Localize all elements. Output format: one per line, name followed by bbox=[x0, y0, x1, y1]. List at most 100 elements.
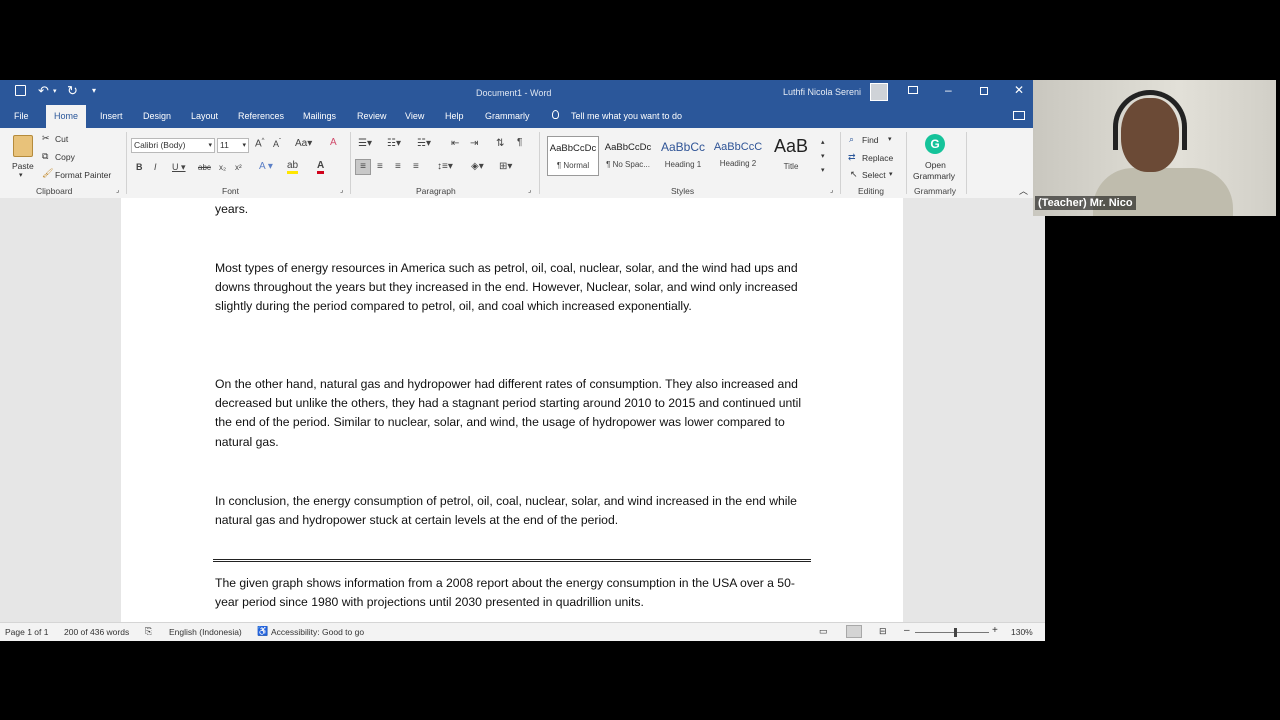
select-button[interactable]: Select bbox=[862, 170, 886, 180]
align-center-icon[interactable]: ≡ bbox=[377, 161, 383, 172]
open-grammarly-button-line2[interactable]: Grammarly bbox=[913, 171, 955, 181]
paragraph-launcher-icon[interactable]: ⌟ bbox=[528, 186, 531, 194]
tab-home[interactable]: Home bbox=[46, 105, 87, 128]
collapse-ribbon-icon[interactable]: ︿ bbox=[1019, 184, 1028, 197]
increase-indent-icon[interactable]: ⇥ bbox=[470, 138, 478, 149]
tab-file[interactable]: File bbox=[14, 105, 29, 128]
zoom-out-icon[interactable]: – bbox=[904, 625, 910, 636]
tab-layout[interactable]: Layout bbox=[191, 105, 218, 128]
restore-icon[interactable] bbox=[980, 87, 988, 95]
styles-more-icon[interactable]: ▾ bbox=[821, 166, 825, 174]
align-right-icon[interactable]: ≡ bbox=[395, 161, 401, 172]
format-painter-icon[interactable]: 🖌 bbox=[42, 168, 53, 179]
paragraph-2[interactable]: On the other hand, natural gas and hydro… bbox=[215, 375, 811, 452]
paragraph-0[interactable]: years. bbox=[215, 200, 811, 219]
language[interactable]: English (Indonesia) bbox=[169, 627, 242, 637]
paste-icon[interactable] bbox=[13, 135, 33, 157]
replace-icon[interactable]: ⇄ bbox=[848, 152, 856, 163]
open-grammarly-button[interactable]: Open bbox=[925, 160, 946, 170]
tab-mailings[interactable]: Mailings bbox=[303, 105, 336, 128]
paste-dropdown-icon[interactable]: ▾ bbox=[19, 171, 23, 179]
borders-icon[interactable]: ⊞▾ bbox=[499, 161, 512, 172]
undo-icon[interactable]: ↶ bbox=[38, 83, 49, 99]
paste-button[interactable]: Paste bbox=[12, 161, 34, 171]
user-name[interactable]: Luthfi Nicola Sereni bbox=[783, 87, 861, 97]
web-layout-icon[interactable]: ⊟ bbox=[879, 626, 887, 637]
cut-icon[interactable]: ✂ bbox=[42, 133, 50, 144]
line-spacing-icon[interactable]: ↕≡▾ bbox=[437, 161, 453, 172]
copy-icon[interactable]: ⧉ bbox=[42, 151, 48, 162]
accessibility-status[interactable]: Accessibility: Good to go bbox=[271, 627, 364, 637]
highlight-icon[interactable]: ab bbox=[287, 161, 299, 174]
avatar[interactable] bbox=[870, 83, 888, 101]
numbering-icon[interactable]: ☷▾ bbox=[387, 138, 401, 149]
font-launcher-icon[interactable]: ⌟ bbox=[340, 186, 343, 194]
find-button[interactable]: Find bbox=[862, 135, 879, 145]
customize-qat-icon[interactable]: ▾ bbox=[92, 86, 96, 95]
zoom-level[interactable]: 130% bbox=[1011, 627, 1033, 637]
zoom-in-icon[interactable]: + bbox=[992, 625, 998, 636]
print-layout-icon[interactable] bbox=[846, 625, 862, 638]
comments-icon[interactable] bbox=[1013, 111, 1025, 120]
styles-launcher-icon[interactable]: ⌟ bbox=[830, 186, 833, 194]
tab-help[interactable]: Help bbox=[445, 105, 464, 128]
save-icon[interactable] bbox=[15, 85, 26, 96]
tell-me-search[interactable]: Tell me what you want to do bbox=[571, 105, 682, 128]
show-formatting-icon[interactable]: ¶ bbox=[517, 137, 522, 148]
strikethrough-icon[interactable]: abc bbox=[198, 163, 211, 172]
tab-design[interactable]: Design bbox=[143, 105, 171, 128]
style-no-spacing[interactable]: AaBbCcDc ¶ No Spac... bbox=[602, 136, 654, 176]
minimize-icon[interactable]: – bbox=[945, 83, 952, 97]
zoom-slider[interactable] bbox=[915, 628, 989, 637]
find-icon[interactable]: ⌕ bbox=[849, 134, 854, 145]
sort-icon[interactable]: ⇅ bbox=[496, 138, 504, 149]
text-effects-icon[interactable]: A ▾ bbox=[259, 161, 273, 172]
zoom-slider-handle[interactable] bbox=[954, 628, 957, 637]
close-icon[interactable]: ✕ bbox=[1014, 83, 1024, 97]
decrease-indent-icon[interactable]: ⇤ bbox=[451, 138, 459, 149]
redo-icon[interactable]: ↻ bbox=[67, 83, 78, 99]
tab-grammarly[interactable]: Grammarly bbox=[485, 105, 530, 128]
tab-review[interactable]: Review bbox=[357, 105, 387, 128]
clear-formatting-icon[interactable]: A bbox=[330, 137, 337, 148]
font-color-icon[interactable]: A bbox=[317, 161, 325, 174]
style-normal[interactable]: AaBbCcDc ¶ Normal bbox=[547, 136, 599, 176]
tab-view[interactable]: View bbox=[405, 105, 424, 128]
copy-button[interactable]: Copy bbox=[55, 152, 75, 162]
font-size-select[interactable]: 11 ▾ bbox=[217, 138, 249, 153]
styles-scroll-up-icon[interactable]: ▴ bbox=[821, 138, 825, 146]
align-left-icon[interactable]: ≡ bbox=[355, 159, 371, 175]
word-count[interactable]: 200 of 436 words bbox=[64, 627, 129, 637]
undo-dropdown-icon[interactable]: ▾ bbox=[53, 87, 57, 95]
superscript-icon[interactable]: x² bbox=[235, 163, 242, 172]
select-dropdown-icon[interactable]: ▾ bbox=[889, 170, 893, 178]
style-heading-2[interactable]: AaBbCcC Heading 2 bbox=[712, 136, 764, 176]
multilevel-list-icon[interactable]: ☵▾ bbox=[417, 138, 431, 149]
shrink-font-icon[interactable]: Aˇ bbox=[273, 139, 281, 149]
bullets-icon[interactable]: ☰▾ bbox=[358, 138, 372, 149]
find-dropdown-icon[interactable]: ▾ bbox=[888, 135, 892, 143]
tab-references[interactable]: References bbox=[238, 105, 284, 128]
paragraph-1[interactable]: Most types of energy resources in Americ… bbox=[215, 259, 811, 317]
clipboard-launcher-icon[interactable]: ⌟ bbox=[116, 186, 119, 194]
tab-insert[interactable]: Insert bbox=[100, 105, 123, 128]
page-count[interactable]: Page 1 of 1 bbox=[5, 627, 48, 637]
italic-icon[interactable]: I bbox=[154, 162, 157, 172]
change-case-icon[interactable]: Aa▾ bbox=[295, 138, 312, 149]
paragraph-4[interactable]: The given graph shows information from a… bbox=[215, 574, 811, 612]
document-page[interactable]: years. Most types of energy resources in… bbox=[121, 198, 903, 622]
underline-icon[interactable]: U ▾ bbox=[172, 162, 186, 173]
subscript-icon[interactable]: x₂ bbox=[219, 163, 226, 172]
select-icon[interactable]: ↖ bbox=[850, 169, 858, 180]
document-canvas[interactable]: years. Most types of energy resources in… bbox=[0, 198, 1045, 622]
justify-icon[interactable]: ≡ bbox=[413, 161, 419, 172]
format-painter-button[interactable]: Format Painter bbox=[55, 170, 111, 180]
style-title[interactable]: AaB Title bbox=[765, 136, 817, 176]
accessibility-icon[interactable]: ♿ bbox=[257, 626, 268, 637]
proofing-icon[interactable]: ⎘ bbox=[145, 626, 152, 637]
grow-font-icon[interactable]: A^ bbox=[255, 138, 265, 149]
grammarly-icon[interactable]: G bbox=[925, 134, 945, 154]
style-heading-1[interactable]: AaBbCc Heading 1 bbox=[657, 136, 709, 176]
styles-scroll-down-icon[interactable]: ▾ bbox=[821, 152, 825, 160]
paragraph-3[interactable]: In conclusion, the energy consumption of… bbox=[215, 492, 811, 530]
